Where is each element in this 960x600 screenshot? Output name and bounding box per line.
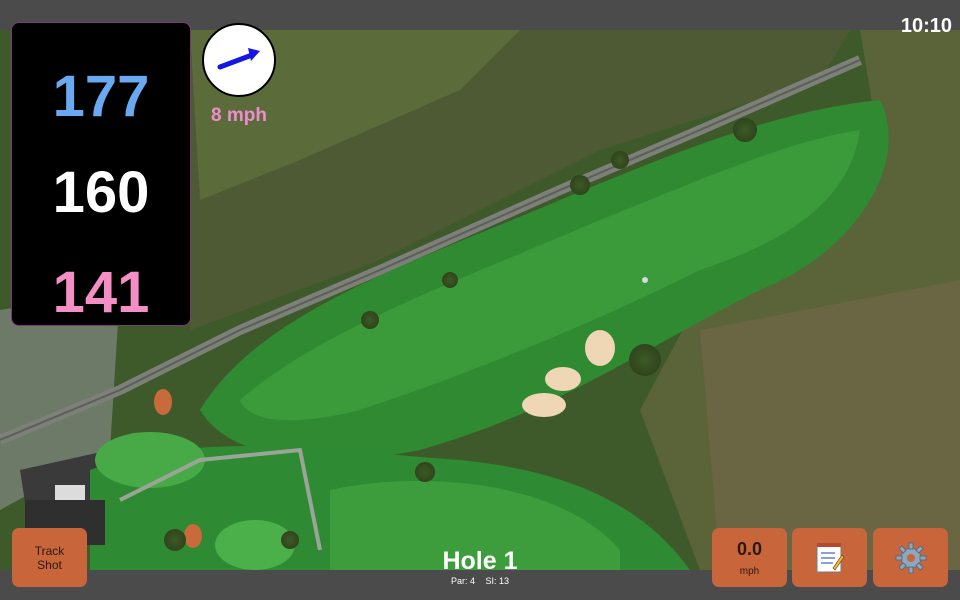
- track-shot-line1: Track: [34, 543, 65, 558]
- wind-speed-unit: mph: [739, 565, 760, 577]
- clock: 10:10: [900, 15, 952, 37]
- hole-info: Par: 4 SI: 13: [380, 576, 580, 586]
- stroke-index-label: SI: 13: [485, 576, 510, 586]
- distance-panel: 177 160 141: [11, 22, 191, 326]
- wind-direction-dial: [202, 23, 276, 97]
- par-label: Par: 4: [450, 576, 475, 586]
- notes-button[interactable]: [792, 528, 867, 587]
- distance-back: 177: [52, 64, 150, 129]
- track-shot-button[interactable]: Track Shot: [12, 528, 87, 587]
- distance-middle: 160: [52, 160, 150, 225]
- track-shot-line2: Shot: [37, 557, 62, 572]
- settings-button[interactable]: [873, 528, 948, 587]
- notepad-icon: [816, 542, 844, 572]
- hole-title: Hole 1: [442, 547, 518, 575]
- gear-icon: [895, 542, 926, 573]
- wind-speed-label: 8 mph: [211, 105, 267, 126]
- wind-speed-button[interactable]: 0.0 mph: [712, 528, 787, 587]
- wind-speed-value: 0.0: [736, 538, 763, 559]
- distance-front: 141: [52, 260, 150, 325]
- wind-arrow-icon: [217, 48, 260, 70]
